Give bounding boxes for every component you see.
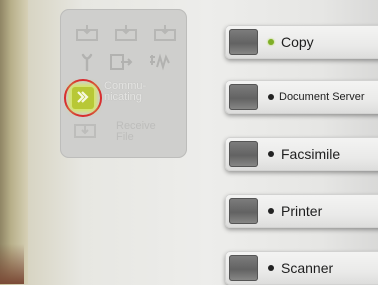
scanner-key[interactable]: Scanner xyxy=(225,251,378,285)
document-server-key-label: Document Server xyxy=(279,91,365,103)
document-server-key[interactable]: Document Server xyxy=(225,80,378,114)
paper-tray-icon xyxy=(76,24,98,41)
device-bezel-edge xyxy=(0,0,28,284)
receive-file-label: Receive File xyxy=(116,120,156,143)
communicating-label: Commu- nicating xyxy=(104,80,147,103)
document-server-indicator-light xyxy=(268,94,274,100)
communicating-indicator-icon xyxy=(72,87,94,109)
facsimile-indicator-light xyxy=(268,151,274,157)
mode-key-column: Copy Document Server Facsimile Printer S… xyxy=(225,0,378,285)
key-cap xyxy=(229,255,258,281)
key-cap xyxy=(229,198,258,224)
paper-tray-icon xyxy=(154,24,176,41)
scanner-indicator-light xyxy=(268,265,274,271)
key-cap xyxy=(229,141,258,167)
paper-tray-icon xyxy=(115,24,137,41)
status-indicator-panel: Commu- nicating Receive File xyxy=(60,9,187,158)
printer-key-label: Printer xyxy=(281,203,323,219)
scanner-key-label: Scanner xyxy=(281,260,334,276)
status-icon-row xyxy=(80,53,172,76)
receive-file-icon xyxy=(74,122,96,138)
tray-indicator-row xyxy=(76,24,176,41)
document-feed-icon xyxy=(109,53,133,76)
wrench-icon xyxy=(80,53,94,76)
copy-indicator-light xyxy=(268,39,274,45)
copy-key-label: Copy xyxy=(281,34,314,50)
printer-indicator-light xyxy=(268,208,274,214)
facsimile-key-label: Facsimile xyxy=(281,146,341,162)
key-cap xyxy=(229,84,258,110)
facsimile-key[interactable]: Facsimile xyxy=(225,137,378,171)
copy-key[interactable]: Copy xyxy=(225,25,378,59)
printer-key[interactable]: Printer xyxy=(225,194,378,228)
data-in-icon xyxy=(148,53,172,76)
key-cap xyxy=(229,29,258,55)
